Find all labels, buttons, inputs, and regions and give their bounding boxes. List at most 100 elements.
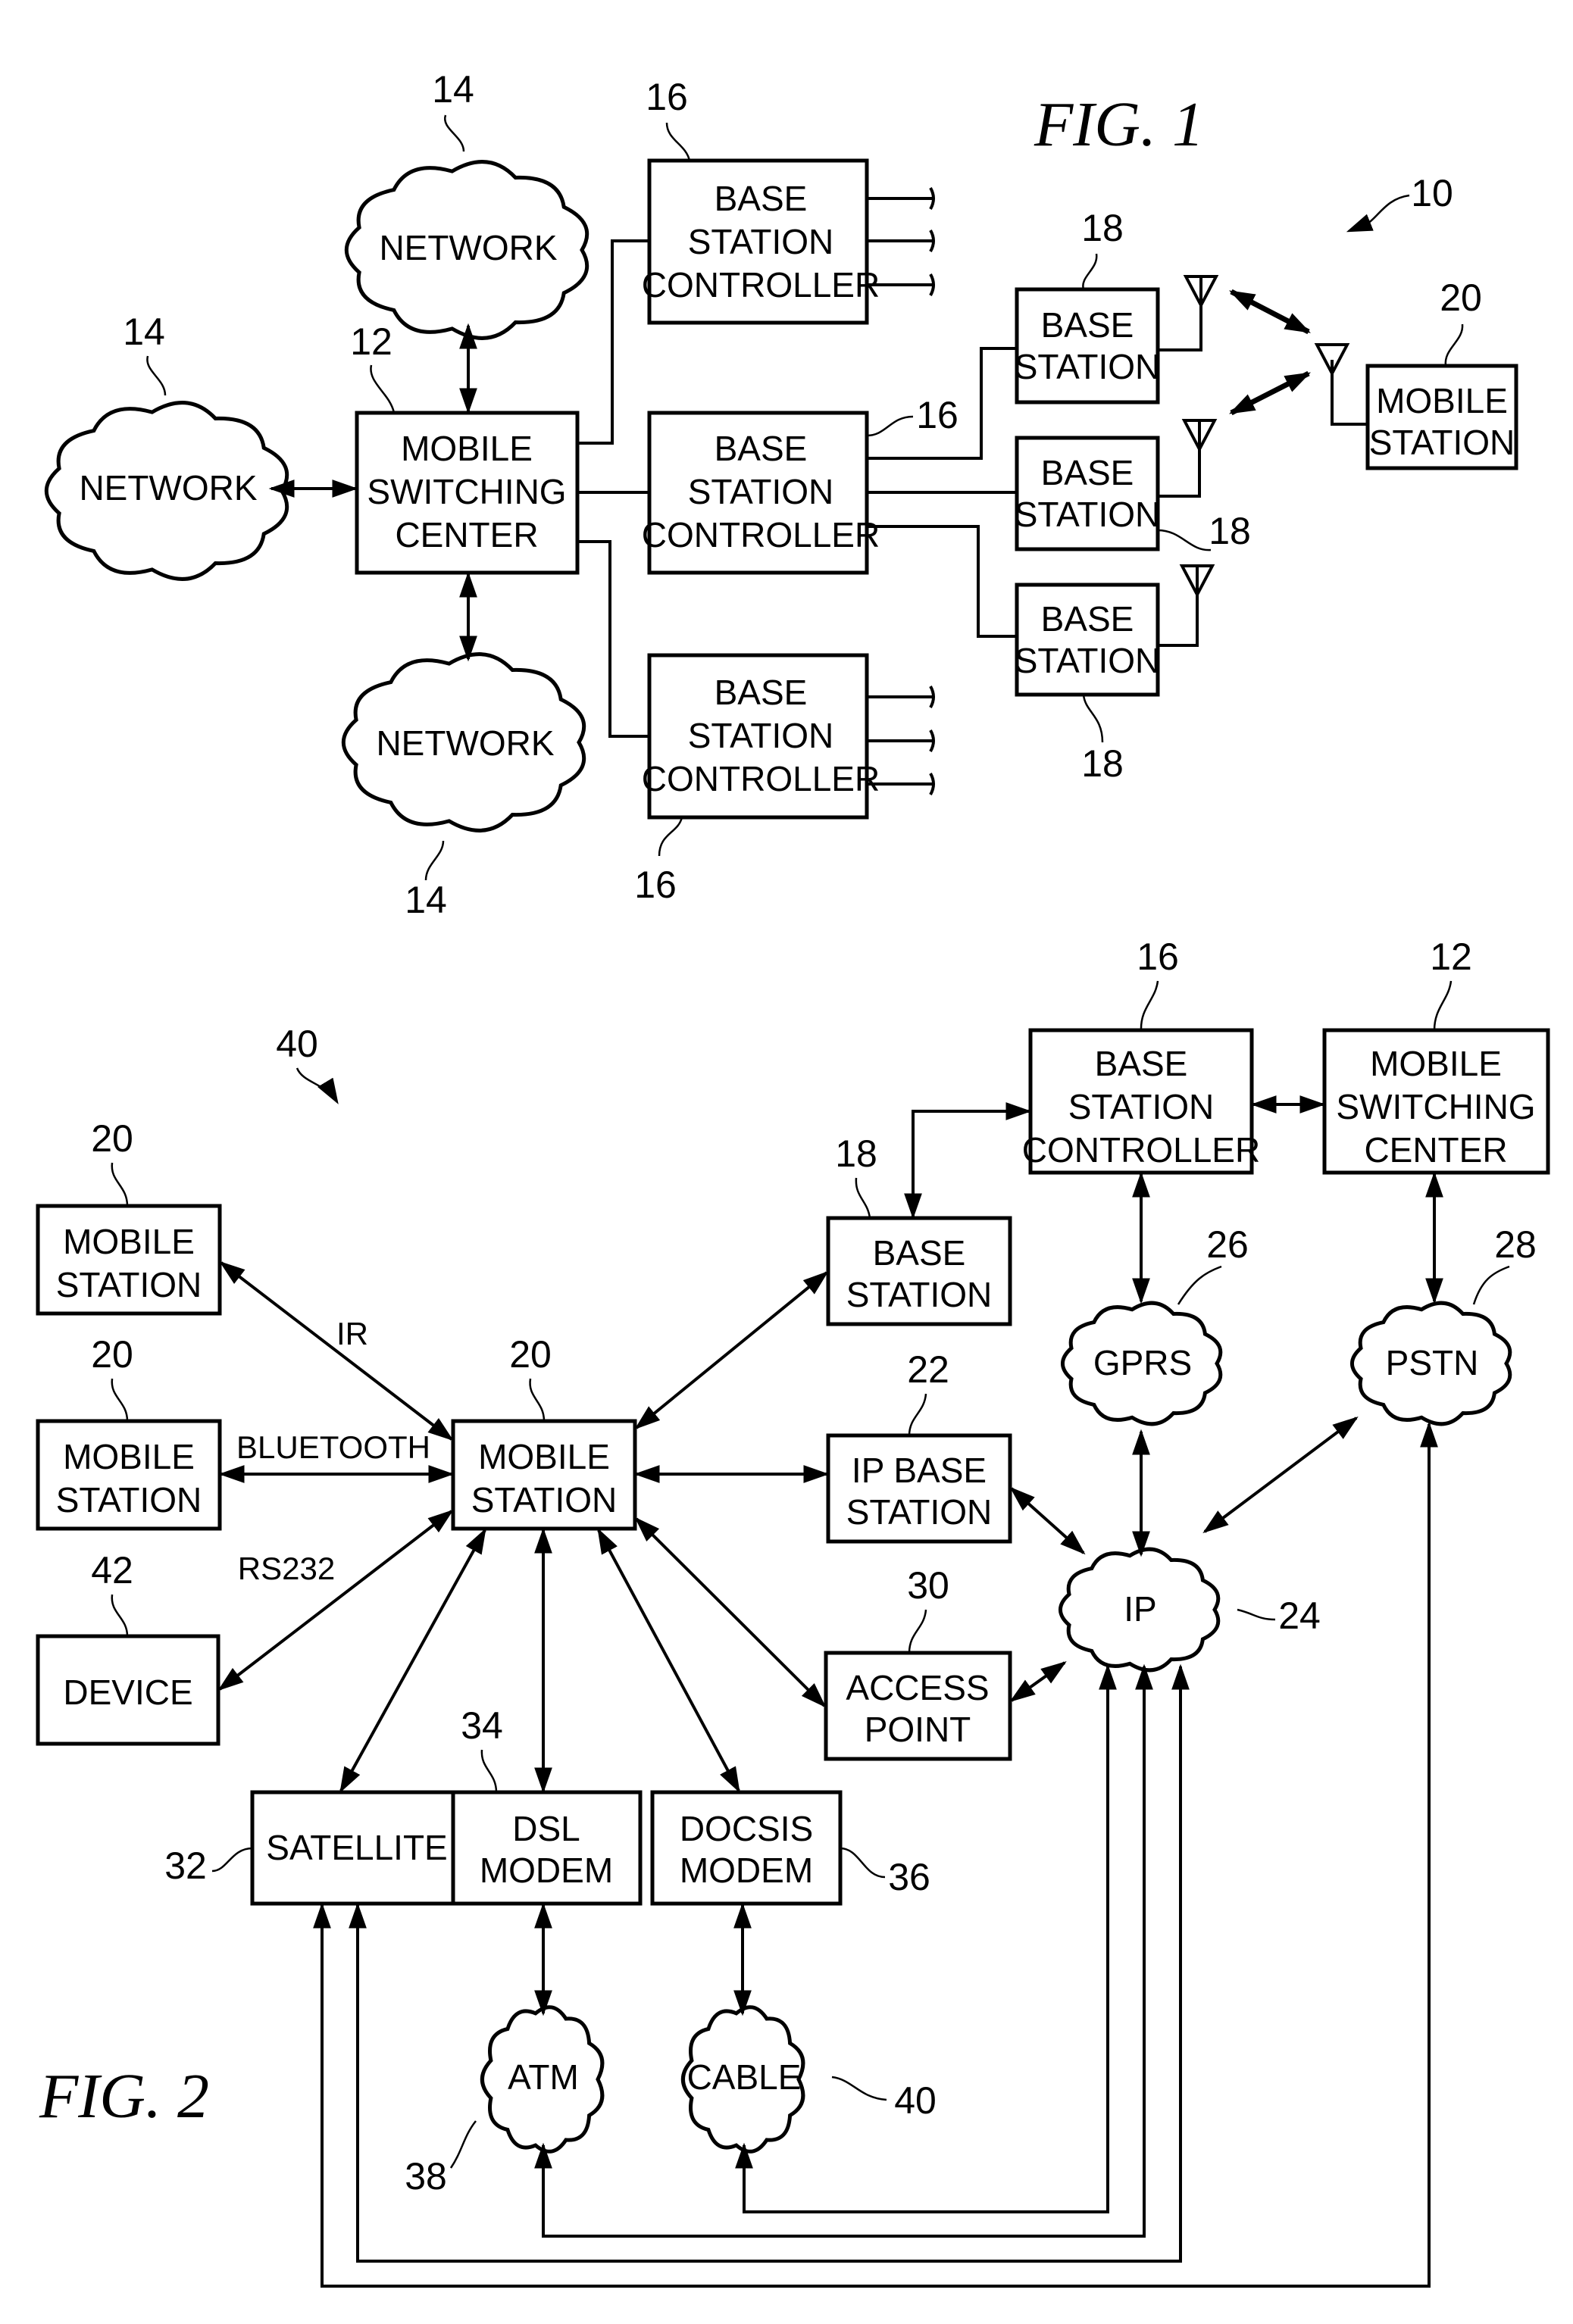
ipbs-ip-link	[1009, 1486, 1086, 1555]
satellite-box: SATELLITE	[250, 1790, 464, 1906]
fig1-system-ref: 10	[1411, 172, 1453, 214]
base-station-box: BASE STATION	[1015, 287, 1160, 405]
ms-bs-link	[634, 1270, 829, 1430]
atm-ref: 38	[405, 2155, 447, 2197]
docsis-label-line: DOCSIS	[680, 1809, 813, 1848]
leader-line	[529, 1378, 546, 1422]
leader-line	[665, 122, 691, 161]
bs-label-line: BASE	[1041, 305, 1134, 345]
msc-bsc-link	[577, 540, 649, 738]
pstn-ref: 28	[1494, 1223, 1537, 1266]
msc-ref: 12	[350, 320, 392, 363]
ipbs-label-line: IP BASE	[852, 1451, 987, 1490]
figure-2: 40 MOBILE STATION 20 MOBILE STATION 20 D…	[36, 936, 1550, 2288]
wireless-link-icon	[1228, 370, 1312, 416]
ipbs-label-line: STATION	[846, 1492, 993, 1532]
bluetooth-link-label: BLUETOOTH	[236, 1429, 430, 1465]
fig2-title: FIG. 2	[39, 2061, 209, 2132]
atm-label: ATM	[508, 2057, 579, 2097]
bs-label-line: STATION	[846, 1275, 993, 1314]
bs-label-line: BASE	[1041, 453, 1134, 492]
ms-label-line: STATION	[56, 1480, 202, 1520]
device-ref: 42	[91, 1549, 133, 1592]
fig1-title: FIG. 1	[1034, 89, 1204, 160]
antenna-icon	[1158, 564, 1215, 647]
base-station-box: BASE STATION	[826, 1216, 1012, 1326]
ipbs-ref: 22	[907, 1348, 949, 1391]
rs232-link	[217, 1509, 454, 1691]
base-station-box: BASE STATION	[1015, 436, 1161, 551]
ip-base-station-box: IP BASE STATION	[826, 1433, 1012, 1544]
base-station-controller-box: BASE STATION CONTROLLER	[642, 158, 880, 325]
fig2-system-pointer-icon	[296, 1067, 339, 1104]
bsc-label-line: CONTROLLER	[642, 759, 880, 798]
leader-line	[831, 2076, 887, 2101]
bsc-bs-link	[904, 1102, 1032, 1220]
ms-label-line: MOBILE	[63, 1222, 195, 1261]
ms-antenna-feed	[1331, 360, 1368, 426]
bsc-label-line: STATION	[1068, 1087, 1215, 1126]
ms-ref: 20	[509, 1333, 552, 1376]
satellite-ref: 32	[164, 1845, 207, 1887]
leader-line	[855, 1177, 871, 1219]
dsl-ref: 34	[461, 1704, 503, 1747]
leader-line	[658, 817, 683, 857]
leader-line	[1157, 529, 1212, 551]
bsc-ref: 16	[916, 394, 958, 436]
msc-label-line: MOBILE	[1370, 1044, 1502, 1083]
bs-label-line: BASE	[873, 1233, 966, 1273]
bs-ref: 18	[1081, 742, 1124, 785]
bsc-label-line: BASE	[715, 673, 808, 712]
msc-label-line: CENTER	[1364, 1130, 1507, 1170]
leader-line	[866, 415, 914, 437]
network-ref: 14	[432, 68, 474, 111]
mobile-station-box: MOBILE STATION	[36, 1204, 222, 1316]
leader-line	[111, 1594, 129, 1637]
ms-label-line: STATION	[56, 1265, 202, 1304]
wireless-link-icon	[1228, 289, 1312, 335]
ms-docsis-link	[597, 1528, 740, 1793]
fig2-system-ref: 40	[276, 1023, 318, 1065]
leader-line	[480, 1749, 498, 1793]
pstn-ip-link	[1202, 1416, 1359, 1534]
base-station-controller-box: BASE STATION CONTROLLER	[642, 411, 880, 575]
docsis-modem-box: DOCSIS MODEM	[650, 1790, 843, 1906]
bsc-label-line: CONTROLLER	[642, 515, 880, 554]
ap-label-line: POINT	[865, 1710, 971, 1749]
ms-label-line: MOBILE	[478, 1437, 610, 1476]
msc-label-line: SWITCHING	[367, 472, 566, 511]
antenna-icons	[1158, 275, 1350, 647]
ap-label-line: ACCESS	[846, 1668, 989, 1707]
bsc-label-line: STATION	[688, 472, 834, 511]
bsc-label-line: STATION	[688, 222, 834, 261]
bsc-ref: 16	[634, 864, 677, 906]
bs-label-line: STATION	[1015, 495, 1161, 534]
bsc-ref: 16	[1137, 936, 1179, 978]
leader-line	[146, 355, 167, 396]
bsc-label-line: STATION	[688, 716, 834, 755]
bsc-label-line: BASE	[715, 179, 808, 218]
center-mobile-station-box: MOBILE STATION	[451, 1419, 637, 1531]
ap-ref: 30	[907, 1564, 949, 1607]
network-label: NETWORK	[376, 723, 554, 763]
device-label: DEVICE	[63, 1673, 192, 1712]
device-box: DEVICE	[36, 1634, 220, 1746]
bsc-bs-link	[867, 525, 1017, 638]
mobile-station-box: MOBILE STATION	[1365, 364, 1518, 470]
base-station-controller-box: BASE STATION CONTROLLER	[1022, 1028, 1260, 1175]
leader-line	[1433, 980, 1453, 1031]
bsc-label-line: CONTROLLER	[642, 265, 880, 305]
ms-ref: 20	[91, 1333, 133, 1376]
ms-label-line: MOBILE	[1376, 381, 1508, 420]
network-ref: 14	[123, 311, 165, 353]
ms-label-line: MOBILE	[63, 1437, 195, 1476]
ap-ip-link	[1009, 1661, 1067, 1702]
leader-line	[449, 2120, 477, 2169]
pstn-label: PSTN	[1386, 1343, 1479, 1382]
bsc-label-line: CONTROLLER	[1022, 1130, 1260, 1170]
fig1-system-pointer-icon	[1346, 194, 1410, 233]
base-station-box: BASE STATION	[1015, 583, 1160, 697]
access-point-box: ACCESS POINT	[824, 1651, 1012, 1761]
ip-ref: 24	[1278, 1595, 1321, 1637]
network-ref: 14	[405, 879, 447, 921]
